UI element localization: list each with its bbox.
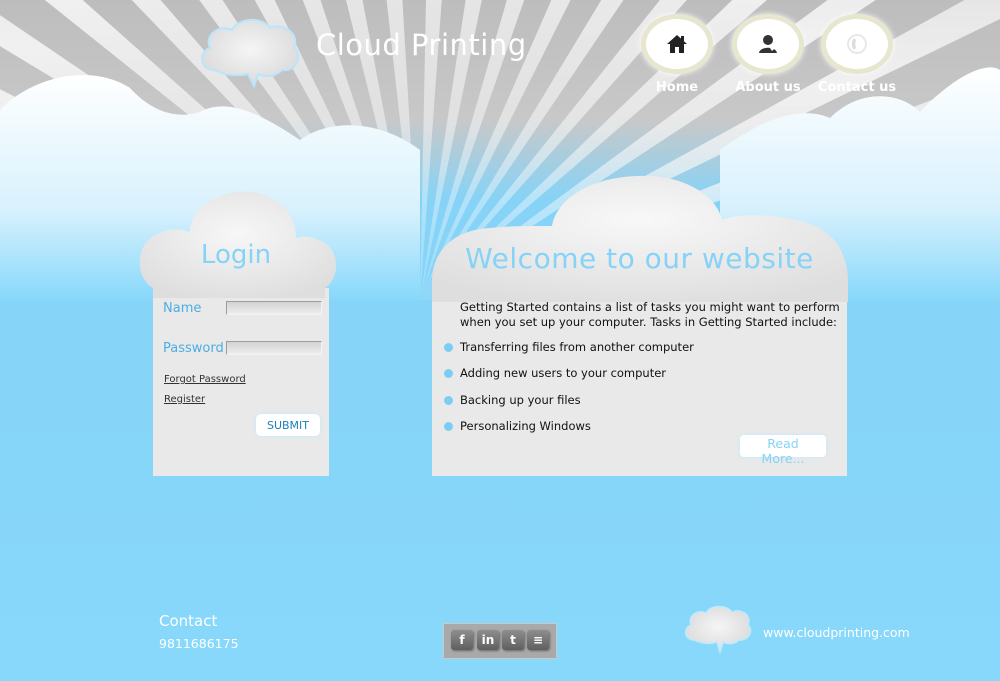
nav-about-circle[interactable]	[732, 14, 804, 74]
register-link[interactable]: Register	[164, 394, 205, 405]
home-icon	[667, 35, 687, 53]
phone-icon	[847, 34, 867, 54]
task-text: Transferring files from another computer	[460, 340, 694, 354]
password-field[interactable]	[226, 341, 322, 355]
nav-home[interactable]: Home	[632, 14, 722, 95]
submit-button[interactable]: SUBMIT	[256, 414, 320, 436]
nav-contact-circle[interactable]	[821, 14, 893, 74]
nav-contact-label[interactable]: Contact us	[812, 80, 902, 95]
nav-contact[interactable]: Contact us	[812, 14, 902, 95]
nav-about-label[interactable]: About us	[723, 80, 813, 95]
forgot-password-link[interactable]: Forgot Password	[164, 374, 246, 385]
site-title: Cloud Printing	[316, 28, 527, 62]
read-more-button[interactable]: Read More...	[740, 435, 826, 466]
task-text: Personalizing Windows	[460, 419, 591, 433]
nav-home-circle[interactable]	[641, 14, 713, 74]
twitter-icon[interactable]: t	[502, 630, 524, 650]
social-bar: f in t ≡	[443, 623, 557, 659]
task-item: Personalizing Windows	[444, 419, 591, 433]
name-field[interactable]	[226, 301, 322, 315]
page: Cloud Printing Home About us Contact us …	[0, 0, 1000, 681]
bullet-icon	[444, 396, 453, 405]
linkedin-icon[interactable]: in	[477, 630, 499, 650]
user-icon	[759, 35, 777, 53]
login-title: Login	[200, 240, 272, 270]
facebook-icon[interactable]: f	[451, 630, 473, 650]
bullet-icon	[444, 422, 453, 431]
task-text: Backing up your files	[460, 393, 581, 407]
task-item: Adding new users to your computer	[444, 366, 666, 380]
bullet-icon	[444, 369, 453, 378]
task-item: Transferring files from another computer	[444, 340, 694, 354]
rss-icon[interactable]: ≡	[527, 630, 549, 650]
intro-text: Getting Started contains a list of tasks…	[460, 300, 840, 329]
welcome-cloud-header	[432, 175, 848, 302]
logo-cloud-icon	[201, 19, 300, 89]
nav-home-label[interactable]: Home	[632, 80, 722, 95]
nav-about[interactable]: About us	[723, 14, 813, 95]
footer-phone: 9811686175	[159, 636, 239, 651]
task-text: Adding new users to your computer	[460, 366, 667, 380]
task-item: Backing up your files	[444, 393, 581, 407]
footer-url[interactable]: www.cloudprinting.com	[763, 625, 910, 640]
name-label: Name	[163, 301, 202, 316]
bullet-icon	[444, 343, 453, 352]
footer-contact-title: Contact	[159, 612, 218, 630]
footer-cloud-icon	[685, 605, 752, 654]
welcome-title: Welcome to our website	[465, 242, 814, 275]
password-label: Password	[163, 341, 224, 356]
